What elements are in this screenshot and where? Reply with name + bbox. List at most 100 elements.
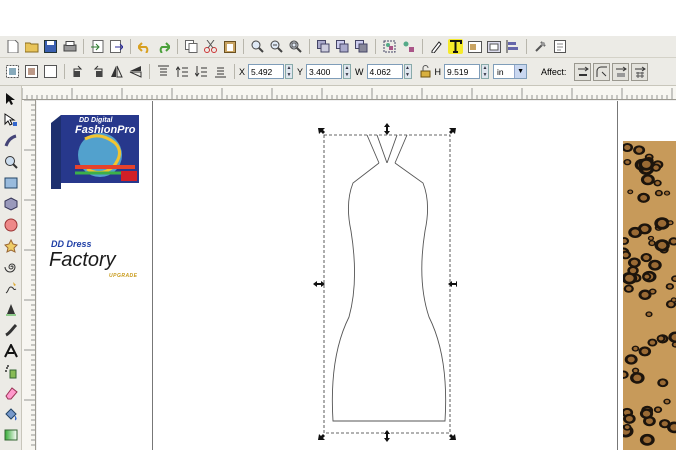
box-company-text: DD Digital bbox=[79, 117, 113, 124]
gradient-tool-icon[interactable] bbox=[2, 426, 20, 444]
zoom-drawing-icon[interactable] bbox=[269, 39, 284, 54]
h-spinner[interactable]: ▲ ▼ bbox=[481, 64, 490, 79]
layers-icon[interactable] bbox=[467, 39, 482, 54]
pencil-tool-icon[interactable] bbox=[2, 279, 20, 297]
print-icon[interactable] bbox=[62, 39, 77, 54]
group-icon[interactable] bbox=[382, 39, 397, 54]
preferences-icon[interactable] bbox=[533, 39, 548, 54]
x-label: X bbox=[239, 66, 246, 77]
calligraphy-tool-icon[interactable] bbox=[2, 321, 20, 339]
transform-pattern-toggle[interactable] bbox=[631, 62, 649, 81]
export-icon[interactable] bbox=[109, 39, 124, 54]
rotate-cw-icon[interactable] bbox=[90, 64, 105, 79]
horizontal-ruler[interactable] bbox=[22, 86, 676, 100]
vertical-ruler[interactable] bbox=[22, 100, 36, 450]
open-icon[interactable] bbox=[24, 39, 39, 54]
unit-value: in bbox=[497, 66, 504, 77]
page-border-right bbox=[617, 101, 618, 450]
separator bbox=[375, 39, 376, 54]
lock-icon[interactable] bbox=[418, 64, 433, 79]
3d-box-tool-icon[interactable] bbox=[2, 195, 20, 213]
text-tool-icon[interactable] bbox=[2, 342, 20, 360]
raise-icon[interactable] bbox=[175, 64, 190, 79]
xml-editor-icon[interactable] bbox=[486, 39, 501, 54]
y-spinner[interactable]: ▲ ▼ bbox=[343, 64, 352, 79]
new-icon[interactable] bbox=[5, 39, 20, 54]
separator bbox=[243, 39, 244, 54]
cut-icon[interactable] bbox=[203, 39, 218, 54]
separator bbox=[177, 39, 178, 54]
dress-factory-title: Factory bbox=[49, 249, 116, 271]
undo-icon[interactable] bbox=[137, 39, 152, 54]
select-all-layers-icon[interactable] bbox=[24, 64, 39, 79]
h-label: H bbox=[434, 66, 442, 77]
separator bbox=[83, 39, 84, 54]
flip-horizontal-icon[interactable] bbox=[109, 64, 124, 79]
h-field: H 9.519 ▲ ▼ bbox=[435, 64, 490, 79]
deselect-icon[interactable] bbox=[43, 64, 58, 79]
w-input[interactable]: 4.062 bbox=[366, 64, 403, 79]
toolbox bbox=[0, 86, 22, 450]
zoom-tool-icon[interactable] bbox=[2, 153, 20, 171]
unit-select[interactable]: in ▼ bbox=[493, 64, 528, 79]
align-icon[interactable] bbox=[505, 39, 520, 54]
y-input[interactable]: 3.400 bbox=[306, 64, 343, 79]
tweak-tool-icon[interactable] bbox=[2, 132, 20, 150]
chevron-down-icon: ▼ bbox=[514, 65, 527, 78]
affect-label: Affect: bbox=[541, 66, 567, 77]
selected-dress-object[interactable] bbox=[307, 121, 460, 446]
selector-tool-icon[interactable] bbox=[2, 90, 20, 108]
node-tool-icon[interactable] bbox=[2, 111, 20, 129]
spiral-tool-icon[interactable] bbox=[2, 258, 20, 276]
clone-icon[interactable] bbox=[335, 39, 350, 54]
tool-controls-bar: X 5.492 ▲ ▼ Y 3.400 ▲ ▼ W 4.062 ▲ ▼ H 9.519… bbox=[0, 58, 676, 86]
raise-to-top-icon[interactable] bbox=[156, 64, 171, 79]
commands-bar bbox=[0, 36, 676, 58]
lower-icon[interactable] bbox=[194, 64, 209, 79]
star-tool-icon[interactable] bbox=[2, 237, 20, 255]
leopard-fabric-image bbox=[623, 141, 676, 450]
h-input[interactable]: 9.519 bbox=[444, 64, 481, 79]
y-field: Y 3.400 ▲ ▼ bbox=[297, 64, 352, 79]
y-label: Y bbox=[297, 66, 304, 77]
separator bbox=[64, 64, 65, 79]
ellipse-tool-icon[interactable] bbox=[2, 216, 20, 234]
scale-stroke-toggle[interactable] bbox=[574, 62, 592, 81]
pen-tool-icon[interactable] bbox=[2, 300, 20, 318]
copy-icon[interactable] bbox=[184, 39, 199, 54]
lower-to-bottom-icon[interactable] bbox=[213, 64, 228, 79]
x-spinner[interactable]: ▲ ▼ bbox=[285, 64, 294, 79]
separator bbox=[234, 64, 235, 79]
eraser-tool-icon[interactable] bbox=[2, 384, 20, 402]
zoom-selection-icon[interactable] bbox=[250, 39, 265, 54]
box-title-text: FashionPro bbox=[75, 124, 136, 136]
paint-bucket-tool-icon[interactable] bbox=[2, 405, 20, 423]
drawing-canvas[interactable]: DD Digital FashionPro DD Dress Factory U… bbox=[37, 101, 676, 450]
duplicate-icon[interactable] bbox=[316, 39, 331, 54]
separator bbox=[309, 39, 310, 54]
select-all-icon[interactable] bbox=[5, 64, 20, 79]
inkscape-window: X 5.492 ▲ ▼ Y 3.400 ▲ ▼ W 4.062 ▲ ▼ H 9.519… bbox=[0, 0, 676, 450]
redo-icon[interactable] bbox=[156, 39, 171, 54]
paste-icon[interactable] bbox=[222, 39, 237, 54]
transform-gradient-toggle[interactable] bbox=[612, 62, 630, 81]
dress-factory-upgrade: UPGRADE bbox=[109, 273, 138, 279]
save-icon[interactable] bbox=[43, 39, 58, 54]
text-font-icon[interactable] bbox=[448, 39, 463, 54]
rotate-ccw-icon[interactable] bbox=[71, 64, 86, 79]
separator bbox=[130, 39, 131, 54]
separator bbox=[526, 39, 527, 54]
scale-corners-toggle[interactable] bbox=[593, 62, 611, 81]
ungroup-icon[interactable] bbox=[401, 39, 416, 54]
spray-tool-icon[interactable] bbox=[2, 363, 20, 381]
import-icon[interactable] bbox=[90, 39, 105, 54]
rectangle-tool-icon[interactable] bbox=[2, 174, 20, 192]
zoom-page-icon[interactable] bbox=[288, 39, 303, 54]
w-spinner[interactable]: ▲ ▼ bbox=[403, 64, 412, 79]
document-properties-icon[interactable] bbox=[552, 39, 567, 54]
unlink-clone-icon[interactable] bbox=[354, 39, 369, 54]
x-input[interactable]: 5.492 bbox=[248, 64, 285, 79]
w-field: W 4.062 ▲ ▼ bbox=[355, 64, 412, 79]
fill-stroke-icon[interactable] bbox=[429, 39, 444, 54]
flip-vertical-icon[interactable] bbox=[128, 64, 143, 79]
